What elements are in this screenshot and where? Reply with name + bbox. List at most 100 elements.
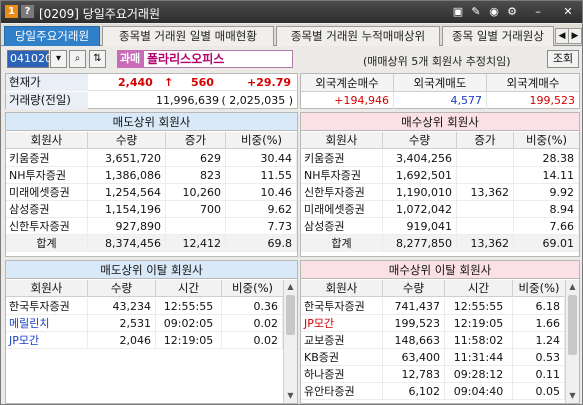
prev-volume-value: ( 2,025,035 ) (221, 94, 293, 107)
sum-label: 합계 (6, 235, 88, 252)
sell-break-scrollbar[interactable]: ▲ ▼ (283, 280, 297, 403)
table-row[interactable]: 삼성증권 1,154,196 700 9.62 (6, 201, 297, 218)
sum-ratio: 69.01 (514, 235, 579, 252)
scroll-up-icon[interactable]: ▲ (285, 281, 296, 293)
camera-icon[interactable]: ◉ (487, 5, 501, 19)
col-quantity: 수량 (88, 280, 156, 297)
time: 12:55:55 (445, 298, 513, 315)
time: 09:04:40 (445, 383, 513, 400)
buy-top-title: 매수상위 회원사 (301, 113, 579, 131)
table-row[interactable]: 메릴린치 2,531 09:02:05 0.02 (6, 315, 297, 332)
table-row[interactable]: 신한투자증권 1,190,010 13,362 9.92 (301, 184, 579, 201)
broker-name: NH투자증권 (301, 167, 383, 184)
time: 09:02:05 (156, 315, 222, 332)
layout-icon[interactable]: ▣ (451, 5, 465, 19)
scroll-down-icon[interactable]: ▼ (567, 390, 578, 402)
increase: 700 (166, 201, 226, 218)
table-row[interactable]: 미래에셋증권 1,072,042 8.94 (301, 201, 579, 218)
history-icon[interactable]: ⇅ (89, 50, 106, 68)
sell-top-title: 매도상위 회원사 (6, 113, 297, 131)
col-broker: 회원사 (6, 280, 88, 297)
broker-name: 메릴린치 (6, 315, 88, 332)
dropdown-icon[interactable]: ▾ (50, 50, 67, 68)
minimize-icon[interactable]: – (531, 5, 545, 19)
col-broker: 회원사 (301, 280, 383, 297)
table-row[interactable]: KB증권 63,400 11:31:44 0.53 (301, 349, 579, 366)
edit-icon[interactable]: ✎ (469, 5, 483, 19)
scroll-down-icon[interactable]: ▼ (285, 390, 296, 402)
ratio: 1.24 (513, 332, 565, 349)
table-row[interactable]: 삼성증권 919,041 7.66 (301, 218, 579, 235)
ratio: 8.94 (514, 201, 579, 218)
quantity: 148,663 (383, 332, 445, 349)
window-number-badge[interactable]: 1 (5, 5, 18, 18)
table-row[interactable]: NH투자증권 1,386,086 823 11.55 (6, 167, 297, 184)
table-row[interactable]: 교보증권 148,663 11:58:02 1.24 (301, 332, 579, 349)
table-row[interactable]: NH투자증권 1,692,501 14.11 (301, 167, 579, 184)
ratio: 0.02 (222, 332, 283, 349)
foreign-net-buy-value: +194,946 (301, 92, 394, 109)
table-row[interactable]: 한국투자증권 741,437 12:55:55 6.18 (301, 298, 579, 315)
tab-daily-broker-top[interactable]: 종목 일별 거래원상 (442, 26, 554, 46)
increase: 629 (166, 150, 226, 167)
table-row[interactable]: 유안타증권 6,102 09:04:40 0.05 (301, 383, 579, 400)
tab-prev-icon[interactable]: ◀ (555, 28, 569, 44)
change-percent: +29.79 (246, 76, 291, 89)
sell-top-header: 회원사 수량 증가 비중(%) (6, 132, 297, 149)
volume-label: 거래량(전일) (6, 92, 88, 109)
ratio: 7.73 (226, 218, 297, 235)
broker-name: NH투자증권 (6, 167, 88, 184)
sum-label: 합계 (301, 235, 383, 252)
ratio: 0.36 (222, 298, 283, 315)
table-row[interactable]: 키움증권 3,651,720 629 30.44 (6, 150, 297, 167)
buy-break-scrollbar[interactable]: ▲ ▼ (565, 280, 579, 403)
col-quantity: 수량 (383, 280, 445, 297)
increase (457, 167, 514, 184)
price-info-box: 현재가 2,440 ↑ 560 +29.79 거래량(전일) 11,996,63… (5, 73, 298, 109)
query-button[interactable]: 조회 (547, 50, 579, 68)
scroll-up-icon[interactable]: ▲ (567, 281, 578, 293)
quantity: 1,190,010 (383, 184, 457, 201)
quantity: 12,783 (383, 366, 445, 383)
broker-name: 한국투자증권 (301, 298, 383, 315)
table-row[interactable]: JP모간 199,523 12:19:05 1.66 (301, 315, 579, 332)
close-icon[interactable]: ✕ (561, 5, 575, 19)
sell-break-panel: 매도상위 이탈 회원사 회원사 수량 시간 비중(%) 한국투자증권 43,234… (5, 260, 298, 404)
broker-name: 미래에셋증권 (301, 201, 383, 218)
tab-next-icon[interactable]: ▶ (568, 28, 582, 44)
table-row[interactable]: 하나증권 12,783 09:28:12 0.11 (301, 366, 579, 383)
broker-name: 교보증권 (301, 332, 383, 349)
broker-name: KB증권 (301, 349, 383, 366)
quantity: 1,072,042 (383, 201, 457, 218)
table-row[interactable]: 신한투자증권 927,890 7.73 (6, 218, 297, 235)
current-price: 2,440 (118, 76, 153, 89)
quantity: 43,234 (88, 298, 156, 315)
foreign-buy-header: 외국계매수 (487, 74, 579, 92)
help-icon[interactable]: ? (21, 5, 34, 18)
broker-name: 유안타증권 (301, 383, 383, 400)
tab-broker-cumulative-top[interactable]: 종목별 거래원 누적매매상위 (276, 26, 440, 46)
quantity: 2,046 (88, 332, 156, 349)
gear-icon[interactable]: ⚙ (505, 5, 519, 19)
table-row[interactable]: 미래에셋증권 1,254,564 10,260 10.46 (6, 184, 297, 201)
scroll-thumb[interactable] (286, 295, 295, 335)
quantity: 927,890 (88, 218, 166, 235)
ratio: 9.62 (226, 201, 297, 218)
buy-break-panel: 매수상위 이탈 회원사 회원사 수량 시간 비중(%) 한국투자증권 741,43… (300, 260, 580, 404)
table-row[interactable]: 키움증권 3,404,256 28.38 (301, 150, 579, 167)
quantity: 919,041 (383, 218, 457, 235)
table-row[interactable]: 한국투자증권 43,234 12:55:55 0.36 (6, 298, 297, 315)
tab-daily-major-brokers[interactable]: 당일주요거래원 (4, 26, 100, 46)
scroll-thumb[interactable] (568, 295, 577, 355)
tab-broker-daily-trading[interactable]: 종목별 거래원 일별 매매현황 (102, 26, 274, 46)
ratio: 30.44 (226, 150, 297, 167)
foreign-sell-header: 외국계매도 (394, 74, 487, 92)
time: 09:28:12 (445, 366, 513, 383)
ratio: 0.05 (513, 383, 565, 400)
table-row[interactable]: JP모간 2,046 12:19:05 0.02 (6, 332, 297, 349)
stock-code-input[interactable]: 041020 (7, 50, 52, 68)
ratio: 7.66 (514, 218, 579, 235)
search-icon[interactable]: ⌕ (69, 50, 86, 68)
col-increase: 증가 (457, 132, 514, 149)
increase (457, 201, 514, 218)
